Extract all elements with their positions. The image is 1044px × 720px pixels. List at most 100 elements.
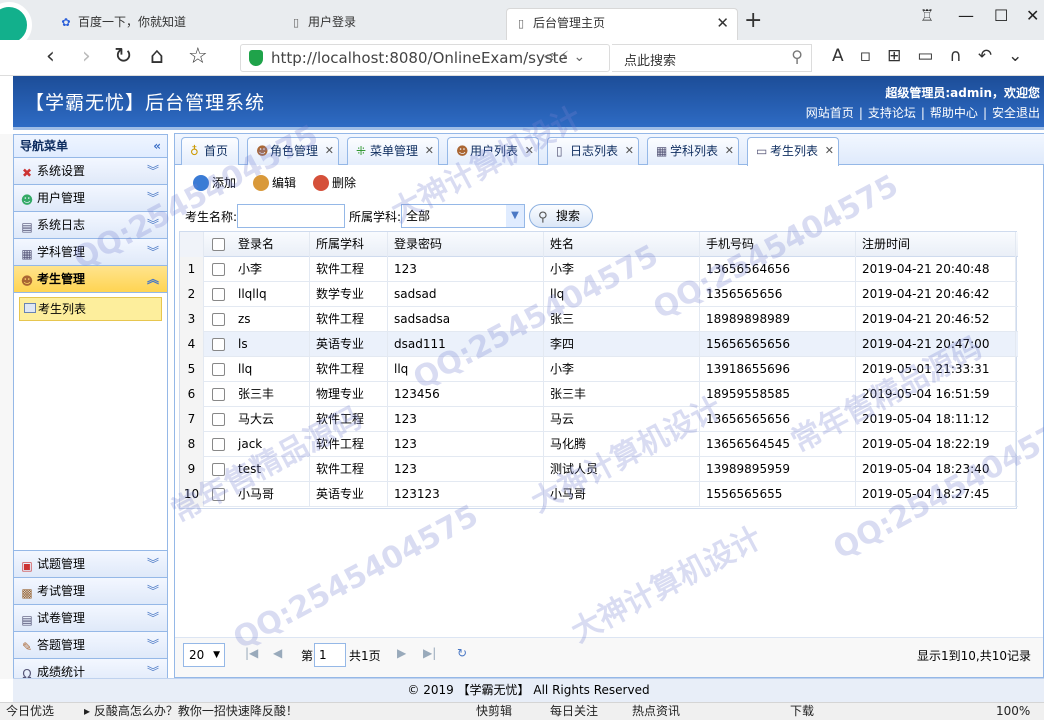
close-icon[interactable]: ✕ xyxy=(725,138,734,164)
news-text[interactable]: ▸ 反酸高怎么办？教你一招快速降反酸！ xyxy=(84,703,298,720)
column-header[interactable]: 所属学科 xyxy=(310,232,388,257)
collapse-icon[interactable]: « xyxy=(153,135,161,157)
new-tab-button[interactable]: + xyxy=(744,8,762,33)
sidebar-item-label: 考生管理 xyxy=(37,272,86,286)
refresh-icon[interactable]: ↻ xyxy=(457,646,467,660)
table-cell: llqllq xyxy=(232,282,310,307)
sidebar-item-logs[interactable]: ▤ 系统日志 ︾ xyxy=(14,212,167,239)
back-button[interactable]: ‹ xyxy=(46,43,55,71)
sidebar-item-users[interactable]: ☻ 用户管理 ︾ xyxy=(14,185,167,212)
close-icon[interactable]: ✕ xyxy=(525,138,534,164)
select-all-checkbox[interactable] xyxy=(212,238,225,251)
url-field[interactable]: http://localhost:8080/OnlineExam/syste ⋖… xyxy=(240,44,610,72)
row-checkbox[interactable] xyxy=(212,463,225,476)
close-window-button[interactable]: ✕ xyxy=(1026,6,1039,25)
home-button[interactable]: ⌂ xyxy=(150,43,164,71)
search-button[interactable]: ⚲ 搜索 xyxy=(529,204,594,228)
tab-student-list[interactable]: ▭ 考生列表 ✕ xyxy=(747,137,839,166)
close-icon[interactable]: ✕ xyxy=(625,138,634,164)
sidebar-subitem-student-list[interactable]: 考生列表 xyxy=(19,297,162,321)
search-placeholder: 点此搜索 xyxy=(624,54,677,69)
table-row[interactable]: 9 test 软件工程 123 测试人员 13989895959 2019-05-04 18… xyxy=(180,457,1018,482)
share-icon[interactable]: ⋖ ⚡ ⌄ xyxy=(543,49,585,65)
tab-home[interactable]: ♁ 首页 xyxy=(181,137,239,165)
close-icon[interactable]: ✕ xyxy=(325,138,334,164)
row-checkbox[interactable] xyxy=(212,438,225,451)
status-item[interactable]: 下载 xyxy=(790,703,814,720)
row-checkbox[interactable] xyxy=(212,313,225,326)
close-icon[interactable]: ✕ xyxy=(425,138,434,164)
status-item[interactable]: 热点资讯 xyxy=(632,703,680,720)
status-left[interactable]: 今日优选 xyxy=(6,703,54,720)
column-header[interactable]: 姓名 xyxy=(544,232,700,257)
sidebar-item-papers[interactable]: ▤ 试卷管理 ︾ xyxy=(14,605,167,632)
zoom-level[interactable]: 100% xyxy=(996,703,1030,720)
tab-menu-management[interactable]: ⁜ 菜单管理 ✕ xyxy=(347,137,439,165)
sidebar-item-system[interactable]: ✖ 系统设置 ︾ xyxy=(14,158,167,185)
table-row[interactable]: 1 小李 软件工程 123 小李 13656564656 2019-04-21 20:40:… xyxy=(180,257,1018,282)
table-row[interactable]: 2 llqllq 数学专业 sadsad llq 1356565656 2019-04-21… xyxy=(180,282,1018,307)
table-row[interactable]: 3 zs 软件工程 sadsadsa 张三 18989898989 2019-04-21 2… xyxy=(180,307,1018,332)
column-header[interactable]: 登录名 xyxy=(232,232,310,257)
table-row[interactable]: 5 llq 软件工程 llq 小李 13918655696 2019-05-01 21:33… xyxy=(180,357,1018,382)
first-page-icon[interactable]: |◀ xyxy=(245,646,258,660)
link-help[interactable]: 帮助中心 xyxy=(930,106,978,120)
page-number-input[interactable]: 1 xyxy=(314,643,346,667)
link-logout[interactable]: 安全退出 xyxy=(992,106,1040,120)
table-row[interactable]: 8 jack 软件工程 123 马化腾 13656564545 2019-05-04 18:… xyxy=(180,432,1018,457)
table-row[interactable]: 4 ls 英语专业 dsad111 李四 15656565656 2019-04-21 20… xyxy=(180,332,1018,357)
column-header[interactable]: 手机号码 xyxy=(700,232,856,257)
row-checkbox[interactable] xyxy=(212,288,225,301)
subject-select[interactable]: 全部 ▼ xyxy=(401,204,525,228)
sidebar-item-answers[interactable]: ✎ 答题管理 ︾ xyxy=(14,632,167,659)
table-row[interactable]: 7 马大云 软件工程 123 马云 13656565656 2019-05-04 18:11… xyxy=(180,407,1018,432)
column-header[interactable]: 登录密码 xyxy=(388,232,544,257)
content-tabs: ♁ 首页 ☻角色管理 ✕ ⁜ 菜单管理 ✕ ☻用户列表 ✕ ▯ 日志列表 ✕ ▦ 学科列表 ✕ ▭… xyxy=(175,134,1044,166)
sidebar-item-questions[interactable]: ▣ 试题管理 ︾ xyxy=(14,551,167,578)
star-icon[interactable]: ☆ xyxy=(188,43,208,71)
reload-button[interactable]: ↻ xyxy=(114,43,132,71)
tab-log-list[interactable]: ▯ 日志列表 ✕ xyxy=(547,137,639,165)
row-checkbox[interactable] xyxy=(212,388,225,401)
prev-page-icon[interactable]: ◀ xyxy=(273,646,282,660)
tab-subject-list[interactable]: ▦ 学科列表 ✕ xyxy=(647,137,739,165)
column-header[interactable]: 注册时间 xyxy=(856,232,1016,257)
address-bar-row: ‹ › ↻ ⌂ ☆ http://localhost:8080/OnlineEx… xyxy=(0,40,1044,76)
tab-user-list[interactable]: ☻用户列表 ✕ xyxy=(447,137,539,165)
row-checkbox[interactable] xyxy=(212,363,225,376)
name-filter-input[interactable] xyxy=(237,204,345,228)
status-item[interactable]: 快剪辑 xyxy=(476,703,512,720)
add-button[interactable]: 添加 xyxy=(193,174,236,191)
browser-search-field[interactable]: 点此搜索 ⚲ xyxy=(612,44,812,72)
next-page-icon[interactable]: ▶ xyxy=(397,646,406,660)
last-page-icon[interactable]: ▶| xyxy=(423,646,436,660)
link-forum[interactable]: 支持论坛 xyxy=(868,106,916,120)
delete-button[interactable]: 删除 xyxy=(313,174,356,191)
browser-tab-baidu[interactable]: ✿ 百度一下，你就知道 xyxy=(52,8,264,40)
edit-button[interactable]: 编辑 xyxy=(253,174,296,191)
close-icon[interactable]: ✕ xyxy=(825,138,834,164)
row-checkbox[interactable] xyxy=(212,488,225,501)
chevron-down-icon: ︾ xyxy=(146,191,159,205)
minimize-button[interactable]: — xyxy=(958,6,974,25)
shirt-icon[interactable]: ♖ xyxy=(920,6,934,25)
maximize-button[interactable]: ☐ xyxy=(994,6,1008,25)
close-icon[interactable]: ✕ xyxy=(716,9,729,37)
toolbar-icons[interactable]: A▫⊞▭∩↶⌄ xyxy=(832,46,1038,66)
page-size-select[interactable]: 20 ▼ xyxy=(183,643,225,667)
tab-role-management[interactable]: ☻角色管理 ✕ xyxy=(247,137,339,165)
table-row[interactable]: 6 张三丰 物理专业 123456 张三丰 18959558585 2019-05-04 1… xyxy=(180,382,1018,407)
link-home[interactable]: 网站首页 xyxy=(806,106,854,120)
browser-tab-admin[interactable]: ▯ 后台管理主页 ✕ xyxy=(506,8,738,40)
sidebar-item-exams[interactable]: ▩ 考试管理 ︾ xyxy=(14,578,167,605)
forward-button[interactable]: › xyxy=(82,43,91,71)
row-checkbox[interactable] xyxy=(212,338,225,351)
status-item[interactable]: 每日关注 xyxy=(550,703,598,720)
sidebar-item-students[interactable]: ☻ 考生管理 ︽ xyxy=(14,266,167,293)
tab-label: 菜单管理 xyxy=(370,144,419,158)
browser-tab-login[interactable]: ▯ 用户登录 xyxy=(282,8,502,40)
sidebar-item-subjects[interactable]: ▦ 学科管理 ︾ xyxy=(14,239,167,266)
table-row[interactable]: 10 小马哥 英语专业 123123 小马哥 1556565655 2019-05-04 1… xyxy=(180,482,1018,507)
row-checkbox[interactable] xyxy=(212,263,225,276)
row-checkbox[interactable] xyxy=(212,413,225,426)
